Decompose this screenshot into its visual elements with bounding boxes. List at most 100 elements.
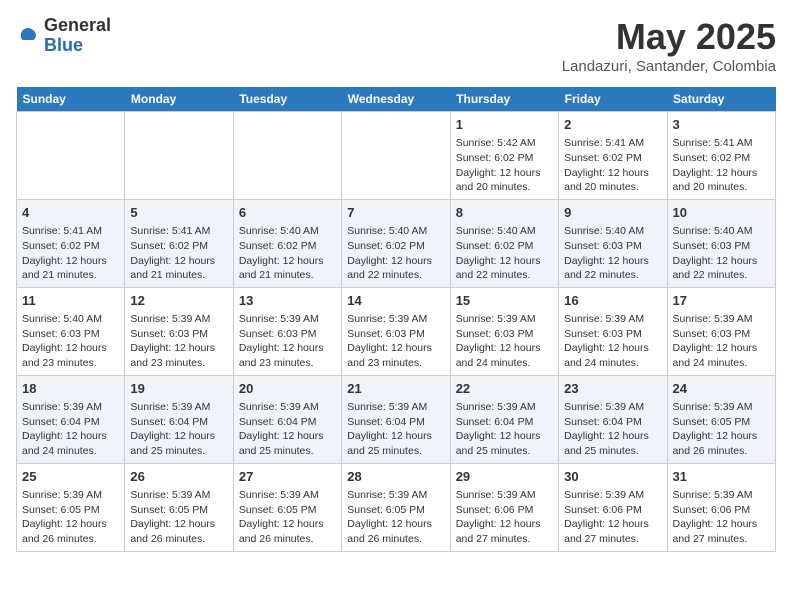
- day-content: Sunrise: 5:39 AM Sunset: 6:05 PM Dayligh…: [22, 488, 119, 547]
- day-number: 13: [239, 292, 336, 310]
- calendar-cell: 6 Sunrise: 5:40 AM Sunset: 6:02 PM Daylig…: [233, 199, 341, 287]
- calendar-cell: 20Sunrise: 5:39 AM Sunset: 6:04 PM Dayli…: [233, 375, 341, 463]
- day-number: 15: [456, 292, 553, 310]
- calendar-cell: 14 Sunrise: 5:39 AM Sunset: 6:03 PM Dayli…: [342, 287, 450, 375]
- day-number: 25: [22, 468, 119, 486]
- calendar-cell: 4Sunrise: 5:41 AM Sunset: 6:02 PM Daylig…: [17, 199, 125, 287]
- day-content: Sunrise: 5:39 AM Sunset: 6:06 PM Dayligh…: [456, 488, 553, 547]
- day-number: 28: [347, 468, 444, 486]
- calendar-cell: [233, 112, 341, 200]
- weekday-header: Friday: [559, 87, 667, 112]
- day-number: 2: [564, 116, 661, 134]
- calendar-cell: 26Sunrise: 5:39 AM Sunset: 6:05 PM Dayli…: [125, 463, 233, 551]
- calendar-cell: 9Sunrise: 5:40 AM Sunset: 6:03 PM Daylig…: [559, 199, 667, 287]
- calendar-week-row: 18Sunrise: 5:39 AM Sunset: 6:04 PM Dayli…: [17, 375, 776, 463]
- day-content: Sunrise: 5:42 AM Sunset: 6:02 PM Dayligh…: [456, 136, 553, 195]
- weekday-header: Saturday: [667, 87, 775, 112]
- day-number: 27: [239, 468, 336, 486]
- logo-general: General: [44, 16, 111, 36]
- day-content: Sunrise: 5:39 AM Sunset: 6:04 PM Dayligh…: [347, 400, 444, 459]
- header-row: SundayMondayTuesdayWednesdayThursdayFrid…: [17, 87, 776, 112]
- calendar-week-row: 4 Sunrise: 5:41 AM Sunset: 6:02 PM Daylig…: [17, 199, 776, 287]
- calendar-cell: 22Sunrise: 5:39 AM Sunset: 6:04 PM Dayli…: [450, 375, 558, 463]
- day-content: Sunrise: 5:41 AM Sunset: 6:02 PM Dayligh…: [130, 224, 227, 283]
- day-number: 8: [456, 204, 553, 222]
- calendar-cell: 25 Sunrise: 5:39 AM Sunset: 6:05 PM Dayli…: [17, 463, 125, 551]
- day-content: Sunrise: 5:39 AM Sunset: 6:04 PM Dayligh…: [564, 400, 661, 459]
- calendar-cell: 15 Sunrise: 5:39 AM Sunset: 6:03 PM Dayli…: [450, 287, 558, 375]
- day-number: 11: [22, 292, 119, 310]
- calendar-table: SundayMondayTuesdayWednesdayThursdayFrid…: [16, 87, 776, 552]
- day-content: Sunrise: 5:41 AM Sunset: 6:02 PM Dayligh…: [564, 136, 661, 195]
- calendar-cell: 1 Sunrise: 5:42 AM Sunset: 6:02 PM Daylig…: [450, 112, 558, 200]
- calendar-cell: 24 Sunrise: 5:39 AM Sunset: 6:05 PM Dayli…: [667, 375, 775, 463]
- day-number: 3: [673, 116, 770, 134]
- day-content: Sunrise: 5:39 AM Sunset: 6:04 PM Dayligh…: [456, 400, 553, 459]
- day-number: 24: [673, 380, 770, 398]
- weekday-header: Thursday: [450, 87, 558, 112]
- day-number: 1: [456, 116, 553, 134]
- day-content: Sunrise: 5:39 AM Sunset: 6:05 PM Dayligh…: [673, 400, 770, 459]
- calendar-cell: 7 Sunrise: 5:40 AM Sunset: 6:02 PM Daylig…: [342, 199, 450, 287]
- calendar-cell: 30 Sunrise: 5:39 AM Sunset: 6:06 PM Dayli…: [559, 463, 667, 551]
- day-content: Sunrise: 5:40 AM Sunset: 6:03 PM Dayligh…: [22, 312, 119, 371]
- calendar-cell: 5 Sunrise: 5:41 AM Sunset: 6:02 PM Daylig…: [125, 199, 233, 287]
- day-number: 23: [564, 380, 661, 398]
- calendar-cell: 10Sunrise: 5:40 AM Sunset: 6:03 PM Dayli…: [667, 199, 775, 287]
- location: Landazuri, Santander, Colombia: [562, 58, 776, 75]
- day-content: Sunrise: 5:39 AM Sunset: 6:03 PM Dayligh…: [239, 312, 336, 371]
- title-block: May 2025 Landazuri, Santander, Colombia: [562, 16, 776, 75]
- day-number: 6: [239, 204, 336, 222]
- day-number: 9: [564, 204, 661, 222]
- day-content: Sunrise: 5:39 AM Sunset: 6:03 PM Dayligh…: [673, 312, 770, 371]
- calendar-cell: 27 Sunrise: 5:39 AM Sunset: 6:05 PM Dayli…: [233, 463, 341, 551]
- weekday-header: Sunday: [17, 87, 125, 112]
- calendar-cell: 21Sunrise: 5:39 AM Sunset: 6:04 PM Dayli…: [342, 375, 450, 463]
- day-content: Sunrise: 5:40 AM Sunset: 6:02 PM Dayligh…: [456, 224, 553, 283]
- calendar-cell: 12 Sunrise: 5:39 AM Sunset: 6:03 PM Dayli…: [125, 287, 233, 375]
- day-number: 31: [673, 468, 770, 486]
- day-number: 4: [22, 204, 119, 222]
- logo: General Blue: [16, 16, 111, 56]
- logo-text: General Blue: [44, 16, 111, 56]
- day-number: 30: [564, 468, 661, 486]
- day-number: 19: [130, 380, 227, 398]
- day-content: Sunrise: 5:39 AM Sunset: 6:04 PM Dayligh…: [239, 400, 336, 459]
- calendar-cell: 29Sunrise: 5:39 AM Sunset: 6:06 PM Dayli…: [450, 463, 558, 551]
- day-number: 5: [130, 204, 227, 222]
- day-number: 16: [564, 292, 661, 310]
- weekday-header: Wednesday: [342, 87, 450, 112]
- day-content: Sunrise: 5:39 AM Sunset: 6:03 PM Dayligh…: [564, 312, 661, 371]
- day-number: 12: [130, 292, 227, 310]
- day-content: Sunrise: 5:39 AM Sunset: 6:03 PM Dayligh…: [456, 312, 553, 371]
- day-content: Sunrise: 5:39 AM Sunset: 6:06 PM Dayligh…: [673, 488, 770, 547]
- calendar-week-row: 1 Sunrise: 5:42 AM Sunset: 6:02 PM Daylig…: [17, 112, 776, 200]
- day-content: Sunrise: 5:39 AM Sunset: 6:06 PM Dayligh…: [564, 488, 661, 547]
- logo-icon: [16, 24, 40, 48]
- calendar-cell: 18Sunrise: 5:39 AM Sunset: 6:04 PM Dayli…: [17, 375, 125, 463]
- day-content: Sunrise: 5:40 AM Sunset: 6:02 PM Dayligh…: [239, 224, 336, 283]
- day-content: Sunrise: 5:40 AM Sunset: 6:03 PM Dayligh…: [673, 224, 770, 283]
- weekday-header: Monday: [125, 87, 233, 112]
- day-content: Sunrise: 5:39 AM Sunset: 6:05 PM Dayligh…: [239, 488, 336, 547]
- day-content: Sunrise: 5:39 AM Sunset: 6:03 PM Dayligh…: [130, 312, 227, 371]
- day-content: Sunrise: 5:41 AM Sunset: 6:02 PM Dayligh…: [673, 136, 770, 195]
- day-number: 7: [347, 204, 444, 222]
- calendar-cell: 13 Sunrise: 5:39 AM Sunset: 6:03 PM Dayli…: [233, 287, 341, 375]
- calendar-cell: 2 Sunrise: 5:41 AM Sunset: 6:02 PM Daylig…: [559, 112, 667, 200]
- calendar-cell: [17, 112, 125, 200]
- day-number: 14: [347, 292, 444, 310]
- day-content: Sunrise: 5:39 AM Sunset: 6:03 PM Dayligh…: [347, 312, 444, 371]
- calendar-cell: 19Sunrise: 5:39 AM Sunset: 6:04 PM Dayli…: [125, 375, 233, 463]
- calendar-cell: [125, 112, 233, 200]
- day-content: Sunrise: 5:39 AM Sunset: 6:05 PM Dayligh…: [347, 488, 444, 547]
- day-content: Sunrise: 5:40 AM Sunset: 6:02 PM Dayligh…: [347, 224, 444, 283]
- calendar-cell: 11 Sunrise: 5:40 AM Sunset: 6:03 PM Dayli…: [17, 287, 125, 375]
- day-content: Sunrise: 5:39 AM Sunset: 6:05 PM Dayligh…: [130, 488, 227, 547]
- calendar-cell: 3 Sunrise: 5:41 AM Sunset: 6:02 PM Daylig…: [667, 112, 775, 200]
- calendar-cell: 17Sunrise: 5:39 AM Sunset: 6:03 PM Dayli…: [667, 287, 775, 375]
- day-content: Sunrise: 5:39 AM Sunset: 6:04 PM Dayligh…: [22, 400, 119, 459]
- calendar-cell: 31 Sunrise: 5:39 AM Sunset: 6:06 PM Dayli…: [667, 463, 775, 551]
- weekday-header: Tuesday: [233, 87, 341, 112]
- month-title: May 2025: [562, 16, 776, 58]
